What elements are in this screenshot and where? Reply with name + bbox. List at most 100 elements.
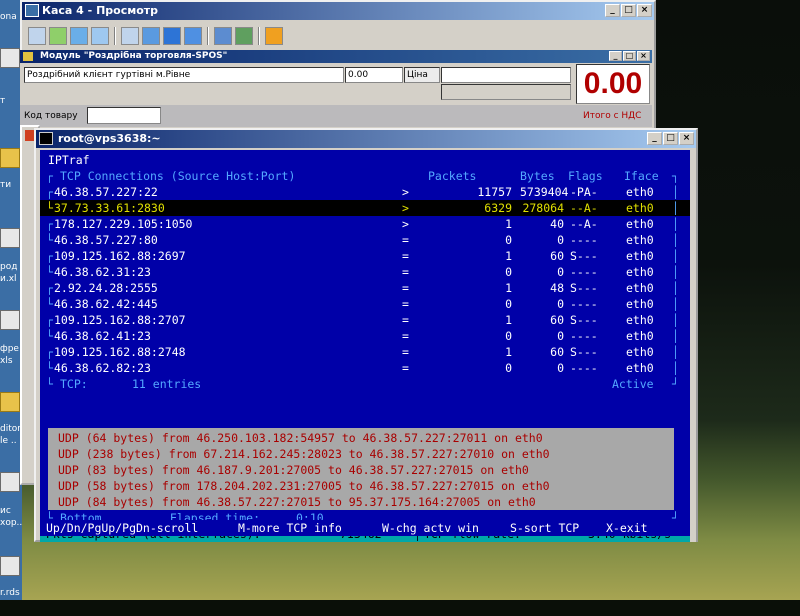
close-button[interactable]: × [637, 4, 652, 17]
kasa-title-bar[interactable]: Каса 4 - Просмотр _ □ × [22, 2, 654, 20]
document-icon[interactable] [0, 48, 20, 68]
row-direction: = [402, 345, 409, 359]
toolbar-separator [114, 27, 116, 45]
tcp-connection-row[interactable]: ┌ 2.92.24.28:2555 = 1 48 S--- eth0 │ [40, 280, 690, 296]
tcp-connection-row[interactable]: └ 46.38.57.227:80 = 0 0 ---- eth0 │ [40, 232, 690, 248]
row-flags: --A- [570, 217, 598, 231]
row-bytes: 60 [550, 249, 564, 263]
row-border: │ [672, 233, 679, 247]
tcp-connection-row[interactable]: └ 46.38.62.82:23 = 0 0 ---- eth0 │ [40, 360, 690, 376]
copy-icon[interactable] [214, 27, 232, 45]
tcp-footer-corner: ┘ [672, 377, 679, 391]
desktop-icon-label: род [0, 262, 18, 272]
row-host: 46.38.62.31:23 [54, 265, 151, 279]
row-iface: eth0 [626, 281, 654, 295]
desktop-icon-label: т [0, 96, 6, 106]
tcp-header-corner: ┐ [672, 169, 679, 183]
help-bar: Up/Dn/PgUp/PgDn-scroll M-more TCP info W… [40, 520, 690, 536]
arrow-icon[interactable] [49, 27, 67, 45]
row-bytes: 40 [550, 217, 564, 231]
tcp-connection-row[interactable]: └ 46.38.62.31:23 = 0 0 ---- eth0 │ [40, 264, 690, 280]
fullscreen-icon[interactable] [142, 27, 160, 45]
close-doc-icon[interactable] [265, 27, 283, 45]
desktop-icon-strip: ona т ти род и.xl фре xls ditor le .. ис… [0, 0, 22, 600]
module-title-bar[interactable]: Модуль "Роздрібна торговля-SPOS" _ □ × [20, 50, 652, 63]
row-host: 46.38.62.41:23 [54, 329, 151, 343]
terminal-screen[interactable]: IPTraf ┌ TCP Connections (Source Host:Po… [40, 150, 690, 542]
folder-icon[interactable] [0, 392, 20, 412]
maximize-button[interactable]: □ [621, 4, 636, 17]
row-bytes: 60 [550, 345, 564, 359]
terminal-window[interactable]: root@vps3638:~ _ □ × IPTraf ┌ TCP Connec… [34, 128, 698, 542]
tcp-connection-row[interactable]: └ 37.73.33.61:2830 >6329 278064 --A-eth0 │ [40, 200, 690, 216]
terminal-title-bar[interactable]: root@vps3638:~ _ □ × [36, 130, 696, 148]
row-direction: = [402, 297, 409, 311]
price-field[interactable] [441, 67, 571, 83]
minimize-button[interactable]: _ [609, 51, 622, 61]
row-bytes: 278064 [522, 201, 564, 215]
row-bytes: 5739404 [520, 185, 569, 199]
value-field[interactable]: 0.00 [345, 67, 403, 83]
tcp-connection-row[interactable]: ┌ 46.38.57.227:22 >11757 5739404 -PA-eth0 │ [40, 184, 690, 200]
row-direction: = [402, 313, 409, 327]
desktop-icon-label: хор.. [0, 518, 22, 528]
restore-button[interactable]: □ [623, 51, 636, 61]
spreadsheet-icon[interactable] [0, 228, 20, 248]
row-bytes: 48 [550, 281, 564, 295]
row-iface: eth0 [626, 249, 654, 263]
row-packets: 6329 [484, 201, 512, 215]
row-iface: eth0 [626, 345, 654, 359]
tcp-connection-row[interactable]: ┌ 178.127.229.105:1050 >1 40 --A-eth0 │ [40, 216, 690, 232]
tcp-connection-row[interactable]: └ 46.38.62.41:23 = 0 0 ---- eth0 │ [40, 328, 690, 344]
desktop-icon-label: r.rds [0, 588, 20, 598]
iface-header: Iface [624, 169, 659, 183]
row-packets: 0 [505, 329, 512, 343]
row-border: │ [672, 185, 679, 199]
row-host: 109.125.162.88:2707 [54, 313, 186, 327]
tcp-connection-row[interactable]: ┌ 109.125.162.88:2697 = 1 60 S--- eth0 │ [40, 248, 690, 264]
code-input[interactable] [87, 107, 161, 124]
tcp-connection-row[interactable]: ┌ 109.125.162.88:2707 = 1 60 S--- eth0 │ [40, 312, 690, 328]
total-display: 0.00 [576, 64, 650, 104]
help-more: M-more TCP info [238, 521, 342, 535]
udp-line: UDP (84 bytes) from 46.38.57.227:27015 t… [58, 495, 536, 509]
phone-icon[interactable] [70, 27, 88, 45]
client-field[interactable]: Роздрібний клієнт гуртівні м.Рівне [24, 67, 344, 83]
minimize-button[interactable]: _ [605, 4, 620, 17]
row-host: 109.125.162.88:2748 [54, 345, 186, 359]
close-button[interactable]: × [637, 51, 650, 61]
maximize-button[interactable]: □ [663, 132, 678, 145]
row-bracket: ┌ [46, 281, 53, 295]
spreadsheet-icon[interactable] [0, 310, 20, 330]
document-icon[interactable] [0, 556, 20, 576]
row-packets: 0 [505, 265, 512, 279]
app-name: IPTraf [48, 153, 90, 167]
row-flags: S--- [570, 345, 598, 359]
folder-icon[interactable] [0, 148, 20, 168]
row-border: │ [672, 345, 679, 359]
row-iface: eth0 [626, 185, 654, 199]
stop-icon[interactable] [163, 27, 181, 45]
minimize-button[interactable]: _ [647, 132, 662, 145]
row-bytes: 0 [557, 361, 564, 375]
window-icon[interactable] [28, 27, 46, 45]
row-iface: eth0 [626, 313, 654, 327]
flags-header: Flags [568, 169, 603, 183]
refresh-icon[interactable] [184, 27, 202, 45]
close-button[interactable]: × [679, 132, 694, 145]
row-border: │ [672, 217, 679, 231]
row-border: │ [672, 281, 679, 295]
udp-line: UDP (64 bytes) from 46.250.103.182:54957… [58, 431, 543, 445]
chat-icon[interactable] [91, 27, 109, 45]
row-bracket: └ [46, 201, 53, 215]
blank-window-icon[interactable] [121, 27, 139, 45]
row-bracket: ┌ [46, 217, 53, 231]
tcp-connection-row[interactable]: └ 46.38.62.42:445 = 0 0 ---- eth0 │ [40, 296, 690, 312]
terminal-scrollbar[interactable] [690, 150, 696, 542]
document-icon[interactable] [0, 472, 20, 492]
tcp-connection-row[interactable]: ┌ 109.125.162.88:2748 = 1 60 S--- eth0 │ [40, 344, 690, 360]
row-host: 109.125.162.88:2697 [54, 249, 186, 263]
udp-log-box[interactable]: UDP (64 bytes) from 46.250.103.182:54957… [48, 428, 674, 510]
row-border: │ [672, 297, 679, 311]
tools-icon[interactable] [235, 27, 253, 45]
